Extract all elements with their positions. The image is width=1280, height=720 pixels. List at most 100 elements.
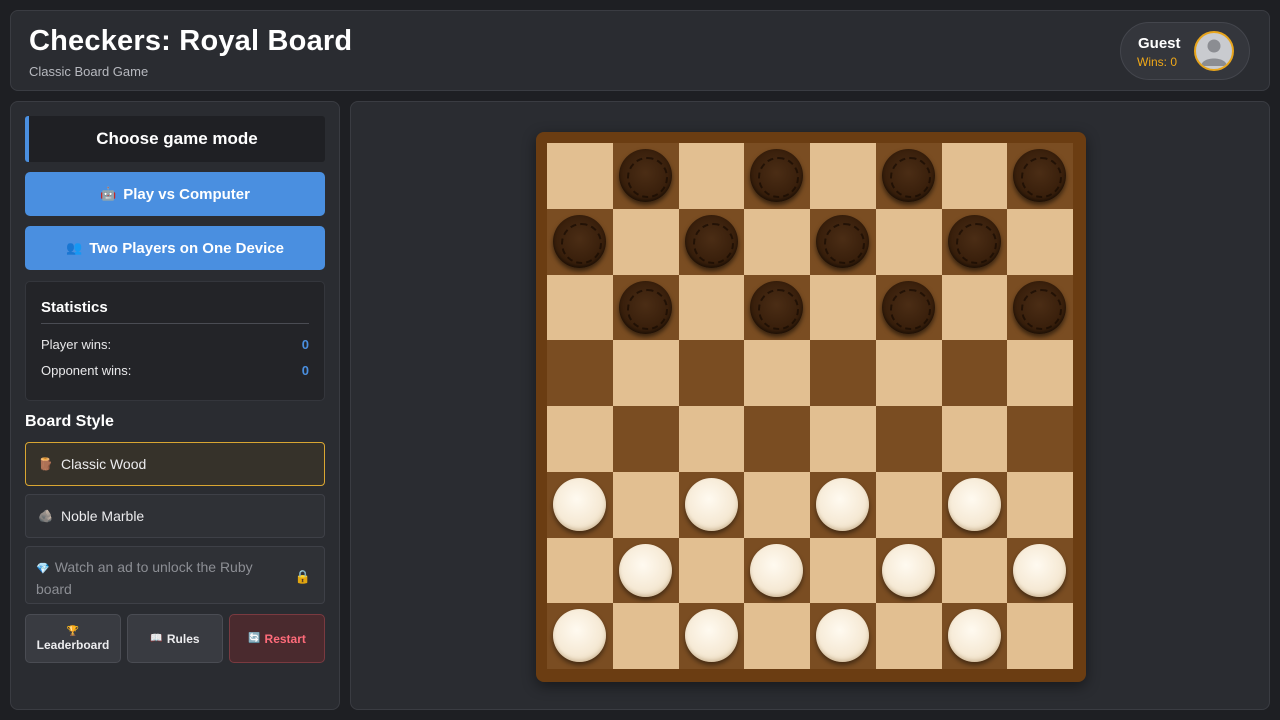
light-checker-piece[interactable] <box>618 543 672 597</box>
dark-checker-piece[interactable] <box>750 280 804 334</box>
board-square-h4[interactable] <box>1007 406 1073 472</box>
board-square-h3[interactable] <box>1007 471 1073 538</box>
light-checker-piece[interactable] <box>947 609 1001 663</box>
board-square-a1[interactable] <box>547 603 613 669</box>
board-square-f6[interactable] <box>875 274 942 341</box>
board-square-d8[interactable] <box>744 143 810 209</box>
board-square-c4[interactable] <box>678 406 745 472</box>
light-checker-piece[interactable] <box>684 609 738 663</box>
dark-checker-piece[interactable] <box>881 280 935 334</box>
board-style-classic-wood[interactable]: 🪵 Classic Wood <box>25 442 325 486</box>
light-checker-piece[interactable] <box>553 609 606 663</box>
dark-checker-piece[interactable] <box>618 149 672 202</box>
dark-checker-piece[interactable] <box>816 214 869 268</box>
board-square-e8[interactable] <box>810 143 876 209</box>
two-players-button[interactable]: 👥 Two Players on One Device <box>25 226 325 270</box>
board-square-h6[interactable] <box>1007 274 1073 341</box>
user-profile[interactable]: Guest Wins: 0 <box>1120 22 1250 80</box>
board-square-b2[interactable] <box>612 537 679 604</box>
board-square-g1[interactable] <box>941 603 1008 669</box>
board-square-g8[interactable] <box>941 143 1008 209</box>
board-square-c5[interactable] <box>678 340 745 406</box>
light-checker-piece[interactable] <box>684 477 738 531</box>
board-square-e4[interactable] <box>810 406 876 472</box>
board-square-c6[interactable] <box>678 274 745 341</box>
board-square-f1[interactable] <box>875 603 942 669</box>
board-square-h1[interactable] <box>1007 603 1073 669</box>
board-square-c3[interactable] <box>678 471 745 538</box>
dark-checker-piece[interactable] <box>684 214 738 268</box>
board-square-c8[interactable] <box>678 143 745 209</box>
board-square-e2[interactable] <box>810 537 876 604</box>
leaderboard-button[interactable]: 🏆 Leaderboard <box>25 614 121 663</box>
board-square-d2[interactable] <box>744 537 810 604</box>
board-square-e3[interactable] <box>810 471 876 538</box>
rules-button[interactable]: 📖 Rules <box>127 614 223 663</box>
dark-checker-piece[interactable] <box>1013 280 1067 334</box>
board-square-a3[interactable] <box>547 471 613 538</box>
board-square-a6[interactable] <box>547 274 613 341</box>
light-checker-piece[interactable] <box>750 543 804 597</box>
board-square-b1[interactable] <box>612 603 679 669</box>
avatar[interactable] <box>1194 31 1234 71</box>
board-square-f5[interactable] <box>875 340 942 406</box>
board-square-a5[interactable] <box>547 340 613 406</box>
board-square-a2[interactable] <box>547 537 613 604</box>
light-checker-piece[interactable] <box>816 477 869 531</box>
board-square-e5[interactable] <box>810 340 876 406</box>
board-square-e6[interactable] <box>810 274 876 341</box>
board-square-g5[interactable] <box>941 340 1008 406</box>
board-square-h2[interactable] <box>1007 537 1073 604</box>
dark-checker-piece[interactable] <box>553 214 606 268</box>
light-checker-piece[interactable] <box>816 609 869 663</box>
dark-checker-piece[interactable] <box>1013 149 1067 202</box>
board-square-h5[interactable] <box>1007 340 1073 406</box>
board-square-c2[interactable] <box>678 537 745 604</box>
board-square-f4[interactable] <box>875 406 942 472</box>
dark-checker-piece[interactable] <box>750 149 804 202</box>
board-square-d6[interactable] <box>744 274 810 341</box>
board-square-b8[interactable] <box>612 143 679 209</box>
board-square-a8[interactable] <box>547 143 613 209</box>
board-square-g6[interactable] <box>941 274 1008 341</box>
board-square-h8[interactable] <box>1007 143 1073 209</box>
light-checker-piece[interactable] <box>1013 543 1067 597</box>
board-square-g7[interactable] <box>941 208 1008 275</box>
board-square-c7[interactable] <box>678 208 745 275</box>
restart-button[interactable]: 🔄 Restart <box>229 614 325 663</box>
light-checker-piece[interactable] <box>553 477 606 531</box>
light-checker-piece[interactable] <box>881 543 935 597</box>
board-square-b4[interactable] <box>612 406 679 472</box>
board-square-d5[interactable] <box>744 340 810 406</box>
checkers-board[interactable] <box>547 143 1073 669</box>
board-square-b5[interactable] <box>612 340 679 406</box>
board-square-f3[interactable] <box>875 471 942 538</box>
board-square-a4[interactable] <box>547 406 613 472</box>
board-square-g3[interactable] <box>941 471 1008 538</box>
board-square-d4[interactable] <box>744 406 810 472</box>
light-checker-piece[interactable] <box>947 477 1001 531</box>
player-wins-value: 0 <box>301 337 309 352</box>
board-square-d7[interactable] <box>744 208 810 275</box>
board-square-a7[interactable] <box>547 208 613 275</box>
board-square-f2[interactable] <box>875 537 942 604</box>
dark-checker-piece[interactable] <box>618 280 672 334</box>
board-square-d1[interactable] <box>744 603 810 669</box>
board-style-ruby-locked[interactable]: 💎 Watch an ad to unlock the Ruby board 🔒 <box>25 546 325 604</box>
board-square-e1[interactable] <box>810 603 876 669</box>
board-square-d3[interactable] <box>744 471 810 538</box>
board-square-g2[interactable] <box>941 537 1008 604</box>
board-square-b6[interactable] <box>612 274 679 341</box>
dark-checker-piece[interactable] <box>881 149 935 202</box>
board-square-g4[interactable] <box>941 406 1008 472</box>
board-square-h7[interactable] <box>1007 208 1073 275</box>
board-square-b7[interactable] <box>612 208 679 275</box>
board-square-c1[interactable] <box>678 603 745 669</box>
board-square-e7[interactable] <box>810 208 876 275</box>
board-square-f8[interactable] <box>875 143 942 209</box>
play-vs-computer-button[interactable]: 🤖 Play vs Computer <box>25 172 325 216</box>
board-square-f7[interactable] <box>875 208 942 275</box>
board-style-noble-marble[interactable]: 🪨 Noble Marble <box>25 494 325 538</box>
board-square-b3[interactable] <box>612 471 679 538</box>
dark-checker-piece[interactable] <box>947 214 1001 268</box>
